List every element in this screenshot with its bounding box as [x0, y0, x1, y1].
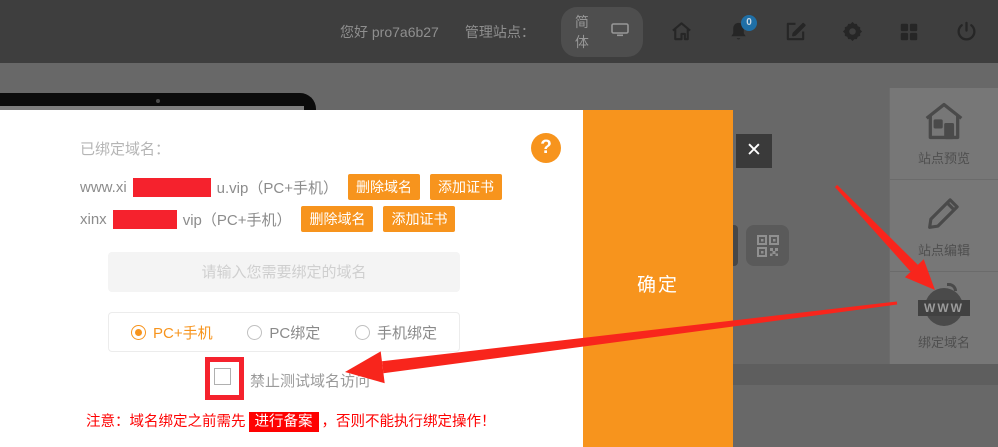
dimmed-section-band [733, 364, 998, 385]
sidebar-item-label: 站点预览 [918, 148, 970, 167]
qr-code-button[interactable] [746, 225, 789, 266]
settings-gear-icon[interactable] [840, 20, 864, 44]
add-certificate-button[interactable]: 添加证书 [383, 206, 455, 232]
radio-pc-and-mobile[interactable]: PC+手机 [131, 322, 213, 343]
sidebar-item-label: 站点编辑 [918, 240, 970, 259]
language-label: 简体 [575, 12, 602, 52]
edit-compose-icon[interactable] [783, 20, 807, 44]
radio-pc-bind[interactable]: PC绑定 [247, 322, 320, 343]
confirm-button-label: 确定 [583, 270, 733, 297]
filing-link-badge[interactable]: 进行备案 [249, 412, 319, 432]
radio-label: 手机绑定 [377, 322, 437, 343]
bind-domain-dialog: 已绑定域名： www.xi u.vip（PC+手机） 删除域名 添加证书 xinx… [0, 110, 583, 447]
qr-code-icon [757, 235, 779, 257]
bound-domain-row: xinx vip（PC+手机） 删除域名 添加证书 [80, 206, 455, 232]
delete-domain-button[interactable]: 删除域名 [301, 206, 373, 232]
domain-text-suffix: vip（PC+手机） [183, 209, 292, 230]
radio-dot [355, 325, 370, 340]
forbid-test-domain-label: 禁止测试域名访问 [250, 370, 370, 391]
hidden-toolbar-button [733, 225, 738, 266]
radio-dot [131, 325, 146, 340]
www-icon-text: WWW [918, 300, 970, 316]
help-question-icon[interactable]: ? [531, 133, 561, 163]
sidebar-item-bind-domain[interactable]: WWW 绑定域名 [890, 272, 998, 364]
sidebar-item-site-preview[interactable]: 站点预览 [890, 88, 998, 180]
pencil-icon [923, 192, 965, 234]
delete-domain-button[interactable]: 删除域名 [348, 174, 420, 200]
language-switcher[interactable]: 简体 [561, 7, 643, 57]
app-window: 您好 pro7a6b27 管理站点： 简体 0 [0, 0, 998, 447]
monitor-icon [611, 23, 629, 40]
note-post-text: ，否则不能执行绑定操作！ [322, 414, 496, 430]
apps-grid-icon[interactable] [897, 20, 921, 44]
confirm-button[interactable]: 确定 [583, 110, 733, 447]
domain-text-prefix: www.xi [80, 179, 127, 196]
redaction-box [113, 210, 177, 229]
bind-mode-radio-group: PC+手机 PC绑定 手机绑定 [108, 312, 460, 352]
radio-dot [247, 325, 262, 340]
camera-dot [156, 99, 160, 103]
bound-domains-label: 已绑定域名： [80, 138, 170, 159]
sidebar-item-label: 绑定域名 [918, 332, 970, 351]
radio-mobile-bind[interactable]: 手机绑定 [355, 322, 437, 343]
www-globe-icon: WWW [921, 286, 967, 326]
domain-text-suffix: u.vip（PC+手机） [217, 177, 338, 198]
forbid-test-domain-checkbox[interactable] [214, 368, 231, 385]
add-certificate-button[interactable]: 添加证书 [430, 174, 502, 200]
domain-input[interactable] [108, 252, 460, 292]
house-icon [922, 100, 966, 142]
power-logout-icon[interactable] [954, 20, 978, 44]
filing-warning-note: 注意：域名绑定之前需先进行备案，否则不能执行绑定操作！ [86, 410, 516, 431]
bound-domain-row: www.xi u.vip（PC+手机） 删除域名 添加证书 [80, 174, 502, 200]
note-pre-text: 注意：域名绑定之前需先 [86, 414, 246, 430]
domain-text-prefix: xinx [80, 211, 107, 228]
notifications-bell-icon[interactable]: 0 [726, 20, 750, 44]
sidebar-item-site-edit[interactable]: 站点编辑 [890, 180, 998, 272]
top-header: 您好 pro7a6b27 管理站点： 简体 0 [0, 0, 998, 63]
radio-label: PC绑定 [269, 322, 320, 343]
user-greeting: 您好 pro7a6b27 [340, 22, 439, 42]
close-icon[interactable]: ✕ [736, 134, 772, 168]
home-icon[interactable] [669, 20, 693, 44]
right-toolbar: 站点预览 站点编辑 WWW 绑定域名 [889, 88, 998, 364]
radio-label: PC+手机 [153, 322, 213, 343]
redaction-box [133, 178, 211, 197]
notification-count-badge: 0 [741, 15, 757, 31]
manage-site-label: 管理站点： [465, 22, 535, 42]
